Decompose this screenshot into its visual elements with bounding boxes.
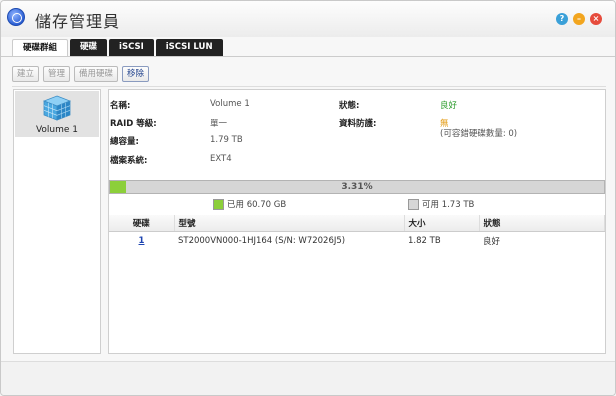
col-size[interactable]: 大小 [404,215,480,232]
used-legend-label: 已用 60.70 GB [227,200,287,210]
tab-disk[interactable]: 硬碟 [70,39,108,56]
storage-manager-icon [7,8,25,26]
capacity-value: 1.79 TB [210,135,243,145]
status-bar [1,361,615,395]
filesystem-label: 檔案系統: [110,156,148,166]
disk-number-link[interactable]: 1 [109,232,174,251]
disk-table-header: 硬碟 型號 大小 狀態 [109,215,605,232]
protection-label: 資料防護: [339,119,377,129]
name-label: 名稱: [110,101,131,111]
raid-label: RAID 等級: [110,119,157,129]
name-value: Volume 1 [210,99,250,109]
used-swatch [213,198,224,210]
volume-details-panel: 名稱: Volume 1 RAID 等級: 單一 總容量: 1.79 TB 檔案… [108,89,606,354]
used-legend: 已用 60.70 GB [213,198,286,210]
disk-size: 1.82 TB [408,236,441,246]
spare-disk-button[interactable]: 備用硬碟 [74,66,119,82]
disk-model: ST2000VN000-1HJ164 (S/N: W72026J5) [178,236,346,246]
volume-list: Volume 1 [13,89,101,354]
tab-bar: 硬碟群組 硬碟 iSCSI iSCSI LUN [12,39,225,56]
free-legend: 可用 1.73 TB [408,198,474,210]
minimize-icon[interactable]: – [573,13,585,25]
volume-label: Volume 1 [35,125,79,135]
usage-bar: 3.31% [109,180,605,194]
disk-status: 良好 [483,237,501,247]
filesystem-value: EXT4 [210,154,232,164]
capacity-label: 總容量: [110,137,139,147]
volume-list-item[interactable]: Volume 1 [15,91,99,137]
col-status[interactable]: 狀態 [479,215,605,232]
usage-percent: 3.31% [341,182,373,192]
title-bar: 儲存管理員 ? – × [1,1,615,37]
table-row[interactable]: 1 ST2000VN000-1HJ164 (S/N: W72026J5) 1.8… [109,232,605,251]
col-disk[interactable]: 硬碟 [109,215,175,232]
remove-button[interactable]: 移除 [122,66,150,82]
manage-button[interactable]: 管理 [43,66,71,82]
create-button[interactable]: 建立 [12,66,40,82]
help-icon[interactable]: ? [556,13,568,25]
storage-manager-window: 儲存管理員 ? – × 硬碟群組 硬碟 iSCSI iSCSI LUN 建立 管… [0,0,616,396]
toolbar: 建立 管理 備用硬碟 移除 [12,66,153,82]
free-swatch [408,198,419,210]
protection-note: (可容錯硬碟數量: 0) [440,129,518,139]
status-value: 良好 [440,101,458,111]
toolbar-divider [12,86,606,87]
disk-table: 硬碟 型號 大小 狀態 1 ST2000VN000-1HJ164 (S/N: W… [109,215,605,250]
window-title: 儲存管理員 [35,12,121,31]
tab-iscsi[interactable]: iSCSI [109,39,154,56]
tab-divider [1,56,615,57]
free-legend-label: 可用 1.73 TB [422,200,475,210]
tab-iscsi-lun[interactable]: iSCSI LUN [155,39,223,56]
close-icon[interactable]: × [590,13,602,25]
status-label: 狀態: [339,101,360,111]
col-model[interactable]: 型號 [174,215,405,232]
volume-cube-icon [43,95,71,121]
tab-volume[interactable]: 硬碟群組 [12,39,69,56]
raid-value: 單一 [210,119,228,129]
